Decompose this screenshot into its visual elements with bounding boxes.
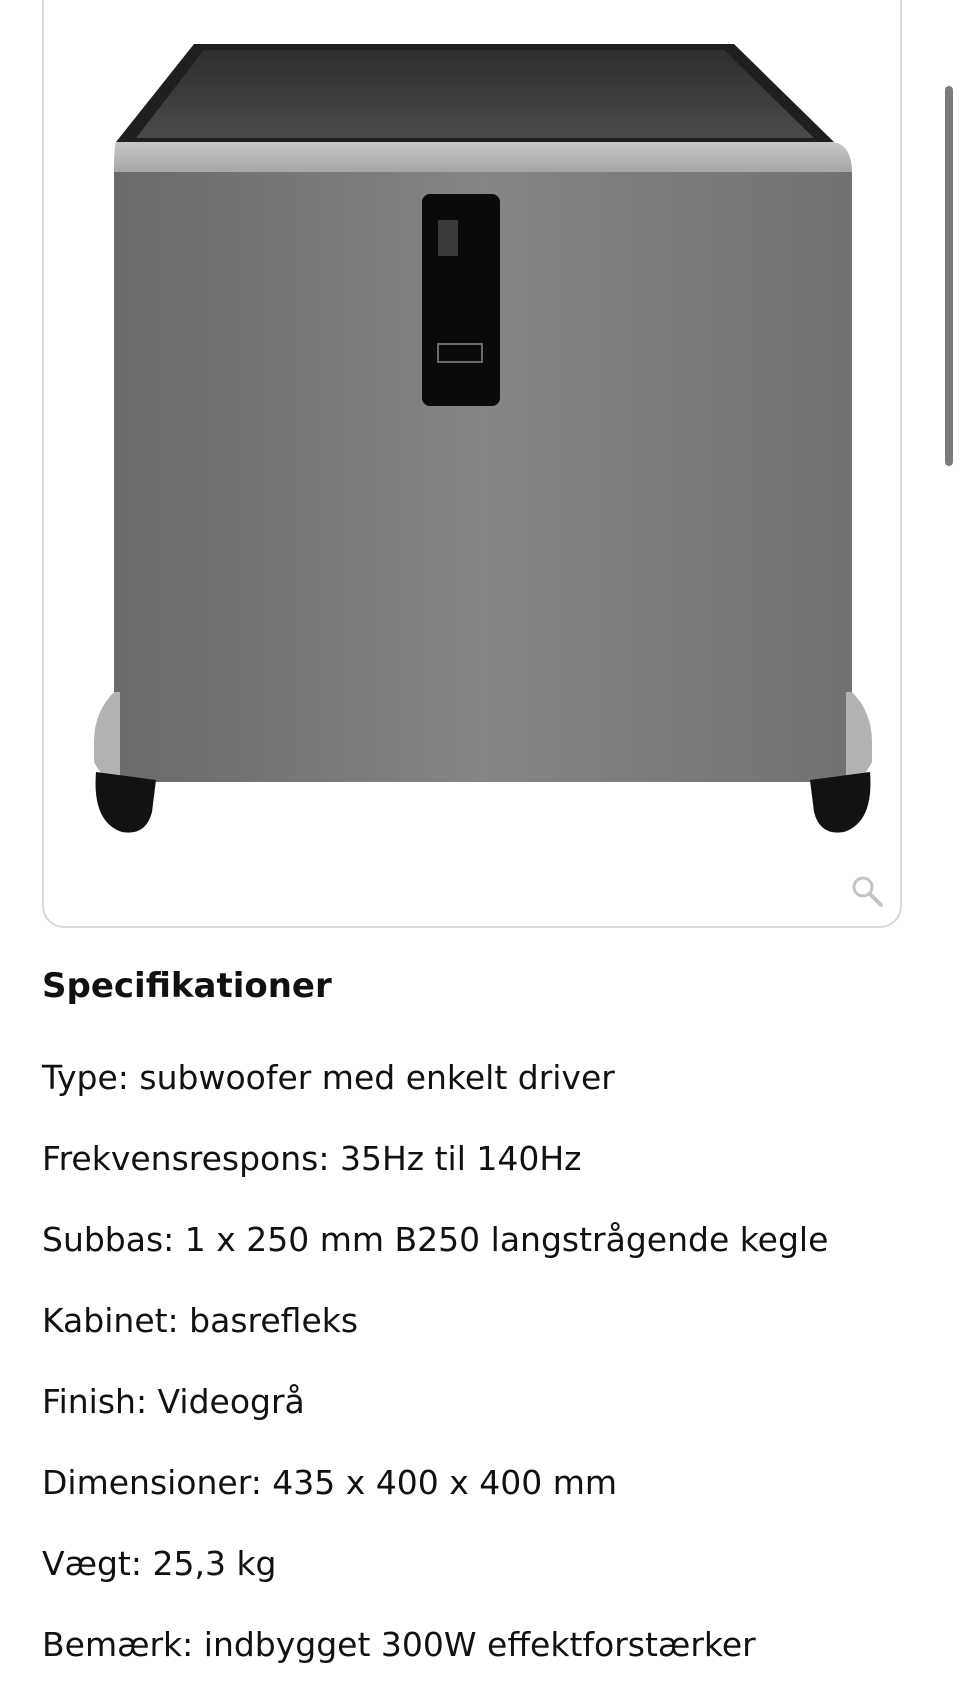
specs-title: Specifikationer [42, 966, 332, 1006]
product-page: Specifikationer Type: subwoofer med enke… [0, 0, 960, 1694]
spec-item-dimensions: Dimensioner: 435 x 400 x 400 mm [42, 1463, 618, 1502]
magnifier-icon[interactable] [850, 874, 884, 908]
product-image[interactable] [44, 0, 902, 928]
spec-item-frequency-response: Frekvensrespons: 35Hz til 140Hz [42, 1139, 582, 1178]
spec-item-finish: Finish: Videogrå [42, 1382, 305, 1421]
spec-item-cabinet: Kabinet: basrefleks [42, 1301, 359, 1340]
product-image-card[interactable] [42, 0, 902, 928]
scrollbar[interactable] [945, 86, 953, 466]
spec-item-note: Bemærk: indbygget 300W effektforstærker [42, 1625, 756, 1664]
spec-list: Type: subwoofer med enkelt driver Frekve… [42, 1056, 828, 1694]
spec-item-subbass: Subbas: 1 x 250 mm B250 langstrågende ke… [42, 1220, 829, 1259]
spec-item-weight: Vægt: 25,3 kg [42, 1544, 277, 1583]
spec-item-type: Type: subwoofer med enkelt driver [42, 1058, 615, 1097]
